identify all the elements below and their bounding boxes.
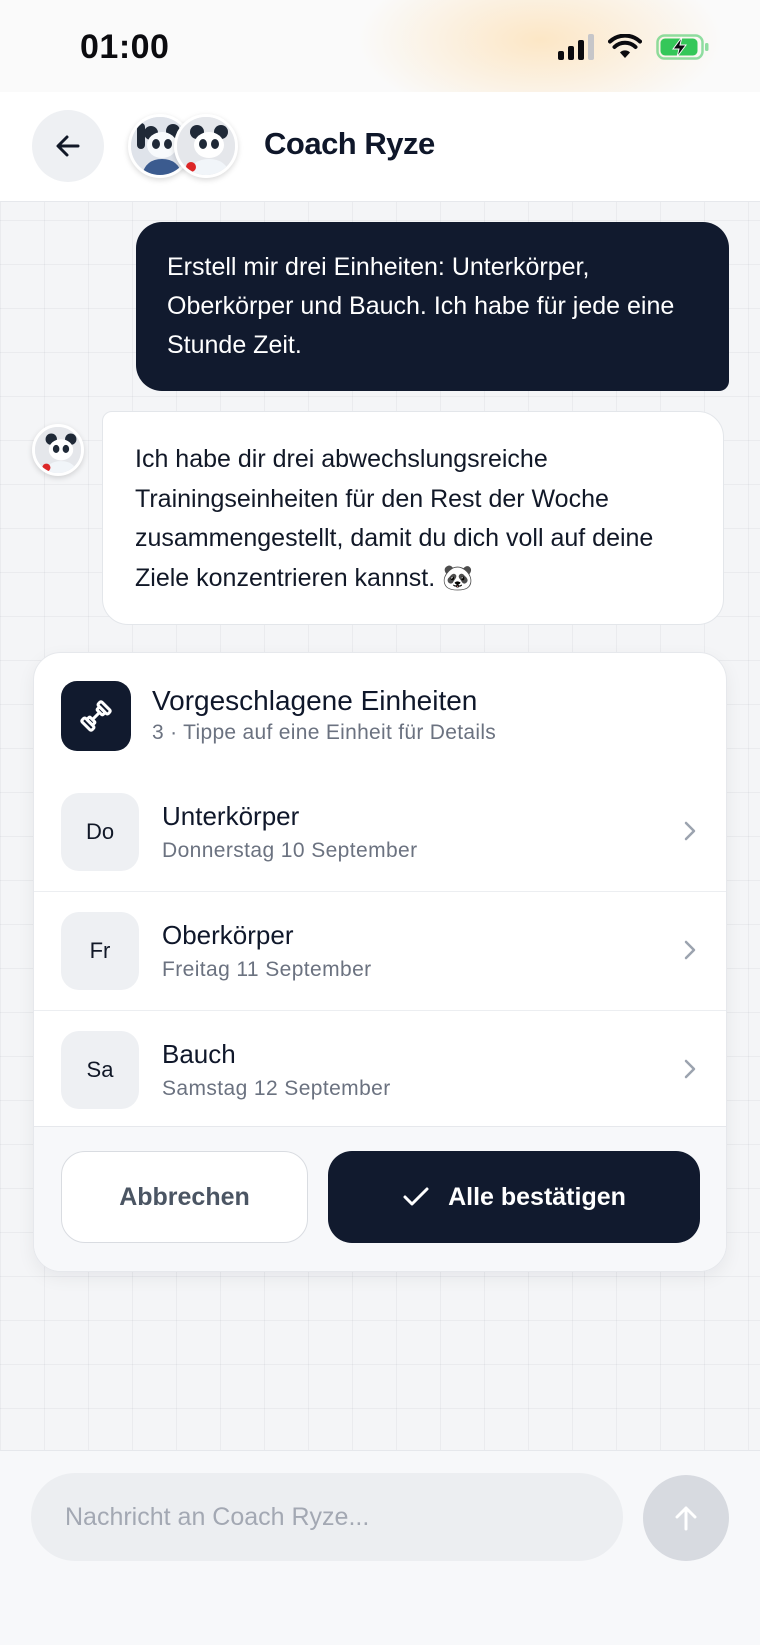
- session-date: Freitag 11 September: [162, 958, 372, 981]
- status-bar: 01:00: [0, 0, 760, 92]
- send-button[interactable]: [643, 1475, 729, 1561]
- message-composer: [0, 1450, 760, 1645]
- wifi-icon: [608, 34, 642, 58]
- arrow-up-icon: [675, 1506, 697, 1531]
- confirm-all-label: Alle bestätigen: [448, 1182, 626, 1211]
- day-badge: Sa: [61, 1031, 139, 1109]
- card-actions: Abbrechen Alle bestätigen: [34, 1126, 726, 1271]
- battery-charging-icon: [656, 34, 709, 60]
- cellular-signal-icon: [558, 34, 594, 60]
- coach-message-bubble: Ich habe dir drei abwechslungsreiche Tra…: [102, 411, 724, 625]
- session-date: Samstag 12 September: [162, 1077, 391, 1100]
- coach-message-avatar: [32, 424, 84, 476]
- session-date: Donnerstag 10 September: [162, 839, 418, 862]
- status-icons: [558, 34, 710, 60]
- checkmark-icon: [403, 1187, 429, 1206]
- dumbbell-icon: [61, 681, 131, 751]
- session-name: Bauch: [162, 1039, 236, 1069]
- chevron-right-icon: [684, 940, 696, 960]
- session-name: Oberkörper: [162, 920, 294, 950]
- cancel-button[interactable]: Abbrechen: [61, 1151, 308, 1243]
- session-name: Unterkörper: [162, 801, 300, 831]
- session-item[interactable]: Sa Bauch Samstag 12 September: [34, 1011, 726, 1130]
- confirm-all-button[interactable]: Alle bestätigen: [328, 1151, 700, 1243]
- coach-avatar-panda-2: [174, 114, 238, 178]
- chat-header: Coach Ryze: [0, 92, 760, 202]
- session-item[interactable]: Fr Oberkörper Freitag 11 September: [34, 892, 726, 1011]
- chevron-right-icon: [684, 821, 696, 841]
- suggested-sessions-card: Vorgeschlagene Einheiten 3 · Tippe auf e…: [33, 652, 727, 1272]
- chevron-right-icon: [684, 1059, 696, 1079]
- card-subtitle: 3 · Tippe auf eine Einheit für Details: [152, 721, 497, 744]
- card-title: Vorgeschlagene Einheiten: [152, 685, 478, 716]
- user-message-bubble: Erstell mir drei Einheiten: Unterkörper,…: [136, 222, 729, 391]
- message-input[interactable]: [31, 1473, 623, 1561]
- chat-title: Coach Ryze: [264, 126, 435, 161]
- arrow-left-icon: [56, 135, 80, 157]
- back-button[interactable]: [32, 110, 104, 182]
- status-time: 01:00: [80, 28, 170, 66]
- day-badge: Do: [61, 793, 139, 871]
- session-item[interactable]: Do Unterkörper Donnerstag 10 September: [34, 773, 726, 892]
- day-badge: Fr: [61, 912, 139, 990]
